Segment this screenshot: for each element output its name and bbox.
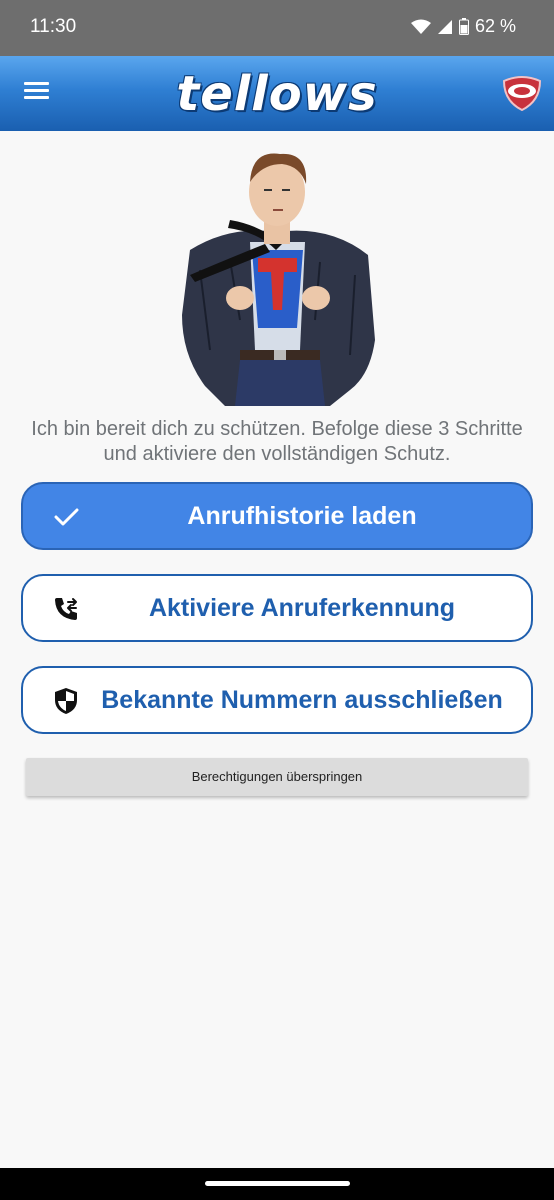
navigation-bar [0, 1168, 554, 1200]
signal-icon [437, 19, 452, 34]
exclude-known-numbers-button[interactable]: Bekannte Nummern ausschließen [21, 666, 533, 734]
step-label: Bekannte Nummern ausschließen [101, 686, 503, 714]
home-indicator[interactable] [205, 1181, 350, 1186]
battery-percent: 62 % [474, 16, 516, 36]
shield-icon [55, 688, 77, 714]
phone-forward-icon [55, 598, 77, 620]
app-bar: tellows [0, 56, 554, 131]
tellows-shield-icon[interactable] [500, 75, 544, 111]
app-logo: tellows [176, 66, 378, 122]
step-label: Aktiviere Anruferkennung [148, 594, 456, 622]
skip-permissions-button[interactable]: Berechtigungen überspringen [26, 758, 528, 796]
activate-caller-id-button[interactable]: Aktiviere Anruferkennung [21, 574, 533, 642]
status-time: 11:30 [30, 16, 77, 37]
superhero-illustration [182, 153, 375, 406]
wifi-icon [410, 19, 431, 34]
intro-text: Ich bin bereit dich zu schützen. Befolge… [31, 418, 523, 465]
step-label: Anrufhistorie laden [187, 502, 417, 530]
check-icon [54, 508, 79, 526]
battery-icon [458, 18, 469, 35]
status-bar: 11:30 62 % [0, 0, 554, 56]
load-call-history-button[interactable]: Anrufhistorie laden [21, 482, 533, 550]
status-indicators: 62 % [410, 16, 516, 37]
